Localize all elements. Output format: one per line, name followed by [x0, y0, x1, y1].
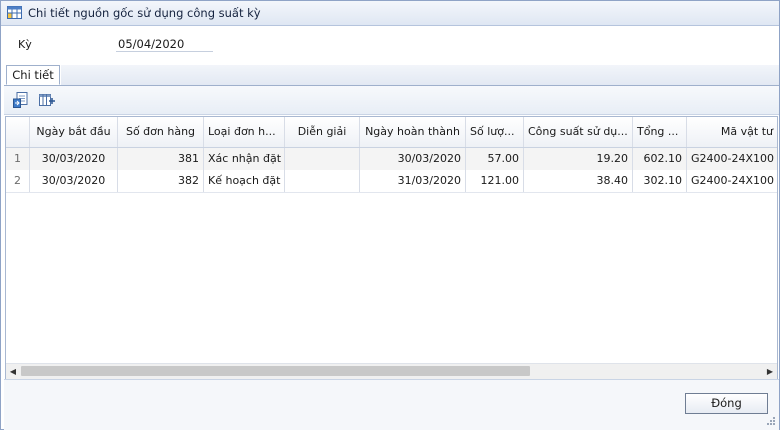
cell-material-code[interactable]: G2400-24X100: [687, 148, 777, 170]
cell-order-type[interactable]: Xác nhận đặt: [204, 148, 285, 170]
grid-toolbar: [4, 86, 779, 115]
table-row[interactable]: 2 30/03/2020 382 Kế hoạch đặt 31/03/2020…: [6, 170, 777, 193]
header-finish-date[interactable]: Ngày hoàn thành: [360, 117, 466, 147]
scroll-right-icon[interactable]: ▶: [763, 364, 777, 379]
cell-total[interactable]: 302.10: [633, 170, 687, 192]
table-window-icon: [7, 6, 22, 19]
resize-grip-icon[interactable]: [766, 416, 776, 426]
cell-quantity[interactable]: 121.00: [466, 170, 524, 192]
dialog-window: Chi tiết nguồn gốc sử dụng công suất kỳ …: [0, 0, 780, 430]
tab-chi-tiet[interactable]: Chi tiết: [6, 65, 60, 85]
column-chooser-icon[interactable]: [38, 91, 56, 109]
table-row[interactable]: 1 30/03/2020 381 Xác nhận đặt 30/03/2020…: [6, 148, 777, 171]
grid-header: Ngày bắt đầu Số đơn hàng Loại đơn h... D…: [6, 117, 777, 148]
cell-description[interactable]: [285, 148, 360, 170]
cell-capacity-used[interactable]: 38.40: [524, 170, 633, 192]
cell-order-type[interactable]: Kế hoạch đặt: [204, 170, 285, 192]
header-total[interactable]: Tổng ...: [633, 117, 687, 147]
scrollbar-thumb[interactable]: [21, 366, 530, 376]
cell-start-date[interactable]: 30/03/2020: [30, 148, 118, 170]
close-button[interactable]: Đóng: [685, 393, 768, 414]
dialog-footer: [4, 379, 779, 430]
cell-finish-date[interactable]: 30/03/2020: [360, 148, 466, 170]
period-field[interactable]: 05/04/2020: [116, 37, 213, 52]
tab-strip: Chi tiết: [4, 65, 779, 86]
horizontal-scrollbar[interactable]: ◀ ▶: [6, 363, 777, 379]
header-capacity-used[interactable]: Công suất sử dụ...: [524, 117, 633, 147]
title-bar[interactable]: Chi tiết nguồn gốc sử dụng công suất kỳ: [1, 1, 779, 26]
header-description[interactable]: Diễn giải: [285, 117, 360, 147]
header-order-number[interactable]: Số đơn hàng: [118, 117, 204, 147]
period-label: Kỳ: [18, 38, 32, 51]
cell-total[interactable]: 602.10: [633, 148, 687, 170]
cell-finish-date[interactable]: 31/03/2020: [360, 170, 466, 192]
row-number: 1: [6, 148, 30, 170]
detail-grid[interactable]: Ngày bắt đầu Số đơn hàng Loại đơn h... D…: [5, 116, 778, 380]
cell-description[interactable]: [285, 170, 360, 192]
header-order-type[interactable]: Loại đơn h...: [204, 117, 285, 147]
cell-material-code[interactable]: G2400-24X100: [687, 170, 777, 192]
header-quantity[interactable]: Số lượ...: [466, 117, 524, 147]
export-icon[interactable]: [12, 91, 30, 109]
header-start-date[interactable]: Ngày bắt đầu: [30, 117, 118, 147]
cell-order-number[interactable]: 382: [118, 170, 204, 192]
cell-order-number[interactable]: 381: [118, 148, 204, 170]
header-material-code[interactable]: Mã vật tư: [687, 117, 777, 147]
cell-start-date[interactable]: 30/03/2020: [30, 170, 118, 192]
window-title: Chi tiết nguồn gốc sử dụng công suất kỳ: [28, 6, 261, 20]
header-row-number: [6, 117, 30, 147]
cell-capacity-used[interactable]: 19.20: [524, 148, 633, 170]
cell-quantity[interactable]: 57.00: [466, 148, 524, 170]
row-number: 2: [6, 170, 30, 192]
scroll-left-icon[interactable]: ◀: [6, 364, 20, 379]
tab-strip-background: [61, 65, 779, 85]
